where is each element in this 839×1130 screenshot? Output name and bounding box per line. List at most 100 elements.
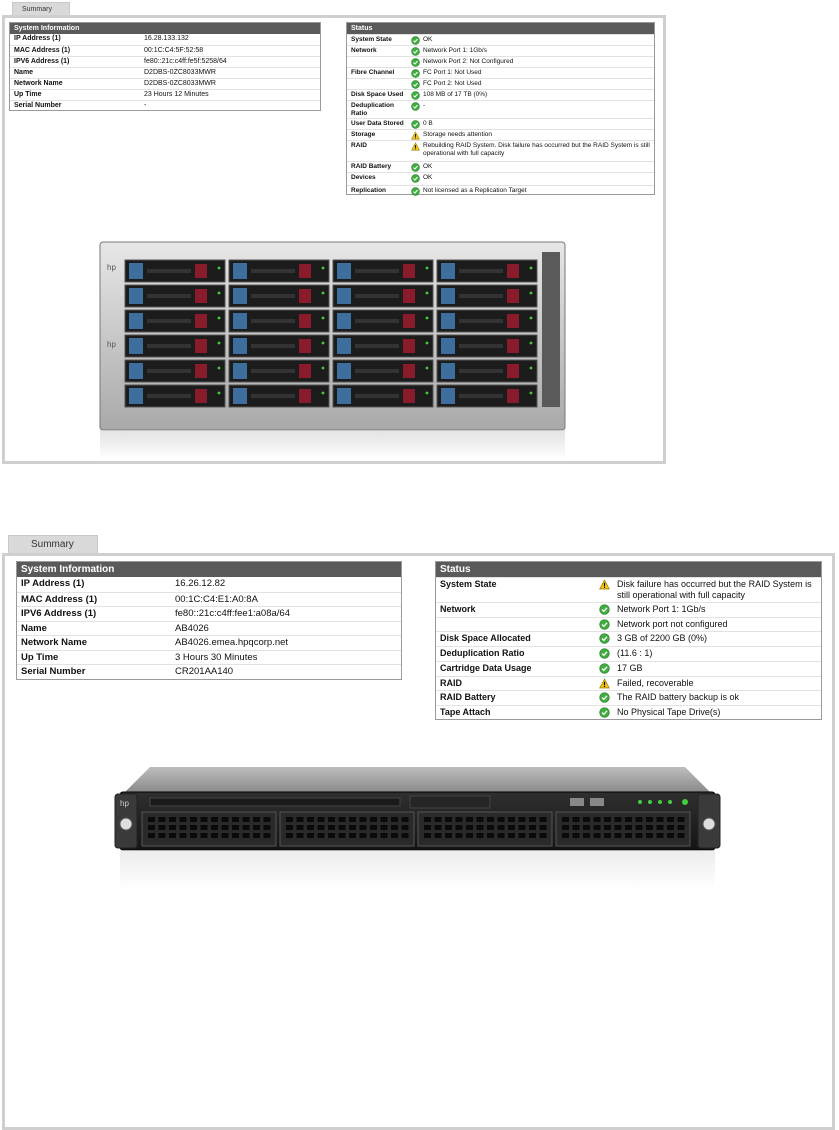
status-label [436, 618, 591, 631]
status-label: Network [440, 604, 476, 614]
status-label: Disk Space Used [351, 91, 404, 98]
status-icon-cell [407, 162, 423, 172]
table-row: Serial Number - [10, 100, 320, 111]
status-value: Network port not configured [617, 619, 728, 629]
row-value: AB4026 [175, 622, 209, 634]
check-circle-icon [410, 163, 420, 172]
status-value: No Physical Tape Drive(s) [617, 707, 721, 717]
status-label: Disk Space Allocated [440, 633, 531, 643]
status-label [347, 57, 407, 67]
row-label: IP Address (1) [21, 578, 85, 589]
row-value: 16.28.133.132 [144, 35, 189, 42]
row-label: IP Address (1) [14, 35, 61, 42]
table-header: Status [347, 23, 654, 34]
status-icon-cell [407, 90, 423, 100]
row-label: Network Name [14, 80, 63, 87]
row-value: 3 Hours 30 Minutes [175, 651, 258, 663]
drive-bay [555, 811, 691, 847]
status-label: Cartridge Data Usage [440, 663, 532, 673]
status-row: Cartridge Data Usage 17 GB [436, 661, 821, 676]
status-icon-cell [591, 662, 617, 676]
check-circle-icon [598, 692, 610, 703]
table-row: Serial Number CR201AA140 [17, 664, 401, 679]
status-icon-cell [407, 186, 423, 196]
status-icon-cell [407, 101, 423, 118]
disk-drive [124, 284, 226, 308]
status-icon-cell [407, 68, 423, 78]
status-value: Rebuilding RAID System. Disk failure has… [423, 142, 650, 157]
status-icon-cell [407, 35, 423, 45]
status-icon-cell [407, 130, 423, 140]
check-circle-icon [410, 47, 420, 56]
summary-tab[interactable]: Summary [12, 2, 70, 16]
row-label: Up Time [21, 651, 59, 663]
check-circle-icon [410, 120, 420, 129]
status-row: FC Port 2: Not Used [347, 78, 654, 89]
status-row: Network port not configured [436, 617, 821, 631]
disk-drive [124, 359, 226, 383]
row-value: AB4026.emea.hpqcorp.net [175, 637, 289, 648]
status-value: Not licensed as a Replication Target [423, 187, 527, 194]
status-value: The RAID battery backup is ok [617, 692, 740, 702]
svg-text:hp: hp [120, 799, 129, 808]
disk-drive [332, 309, 434, 333]
row-label: Name [14, 69, 34, 76]
row-value: 16.26.12.82 [175, 578, 226, 589]
status-row: RAID Failed, recoverable [436, 676, 821, 690]
row-label: Up Time [14, 91, 42, 98]
table-row: Network Name D2DBS-0ZC8033MWR [10, 78, 320, 89]
table-row: IPV6 Address (1) fe80::21c:c4ff:fe5f:5258… [10, 56, 320, 67]
table-row: Up Time 3 Hours 30 Minutes [17, 649, 401, 665]
storage-array-image: hp hp [99, 241, 566, 460]
row-value: fe80::21c:c4ff:fe5f:5258/64 [144, 58, 227, 65]
status-row: Network Port 2: Not Configured [347, 56, 654, 67]
status-table: Status System State OK Network Network Port… [346, 22, 655, 196]
disk-drive [124, 384, 226, 408]
check-circle-icon [598, 604, 610, 615]
check-circle-icon [410, 69, 420, 78]
status-row: Tape Attach No Physical Tape Drive(s) [436, 705, 821, 720]
table-header: Status [436, 562, 821, 577]
status-value: 17 GB [617, 663, 643, 673]
table-row: MAC Address (1) 00:1C:C4:5F:52:58 [10, 45, 320, 56]
row-value: 00:1C:C4:E1:A0:8A [175, 593, 258, 605]
disk-drive [436, 259, 538, 283]
check-circle-icon [598, 619, 610, 630]
disk-drive [332, 359, 434, 383]
disk-drive [332, 334, 434, 358]
check-circle-icon [598, 707, 610, 718]
disk-drive [228, 284, 330, 308]
disk-drive [124, 334, 226, 358]
status-row: Replication Not licensed as a Replication… [347, 185, 654, 196]
status-label: Deduplication Ratio [440, 648, 525, 658]
status-row: Deduplication Ratio - [347, 100, 654, 118]
check-circle-icon [598, 633, 610, 644]
disk-drive [436, 284, 538, 308]
svg-text:hp: hp [107, 340, 116, 349]
summary-tab[interactable]: Summary [8, 535, 98, 554]
row-label: Name [21, 622, 47, 634]
status-label: Storage [351, 131, 376, 138]
table-header: System Information [10, 23, 320, 34]
disk-drive [436, 334, 538, 358]
row-label: IPV6 Address (1) [21, 608, 97, 619]
row-label: MAC Address (1) [14, 47, 71, 54]
status-icon-cell [591, 578, 617, 602]
status-value: 0 B [423, 120, 433, 127]
status-row: Disk Space Used 108 MB of 17 TB (0%) [347, 89, 654, 100]
status-row: System State OK [347, 34, 654, 45]
check-circle-icon [410, 80, 420, 89]
row-value: D2DBS-0ZC8033MWR [144, 80, 216, 87]
status-row: User Data Stored 0 B [347, 118, 654, 129]
system-information-table: System Information IP Address (1) 16.28.1… [9, 22, 321, 111]
disk-drive [228, 309, 330, 333]
table-row: Network Name AB4026.emea.hpqcorp.net [17, 635, 401, 650]
row-value: - [144, 102, 147, 109]
status-icon-cell [407, 141, 423, 161]
status-icon-cell [591, 677, 617, 690]
status-label: User Data Stored [351, 120, 404, 127]
status-value: OK [423, 174, 433, 181]
status-icon-cell [591, 618, 617, 631]
row-label: Serial Number [14, 102, 62, 109]
status-icon-cell [591, 647, 617, 661]
